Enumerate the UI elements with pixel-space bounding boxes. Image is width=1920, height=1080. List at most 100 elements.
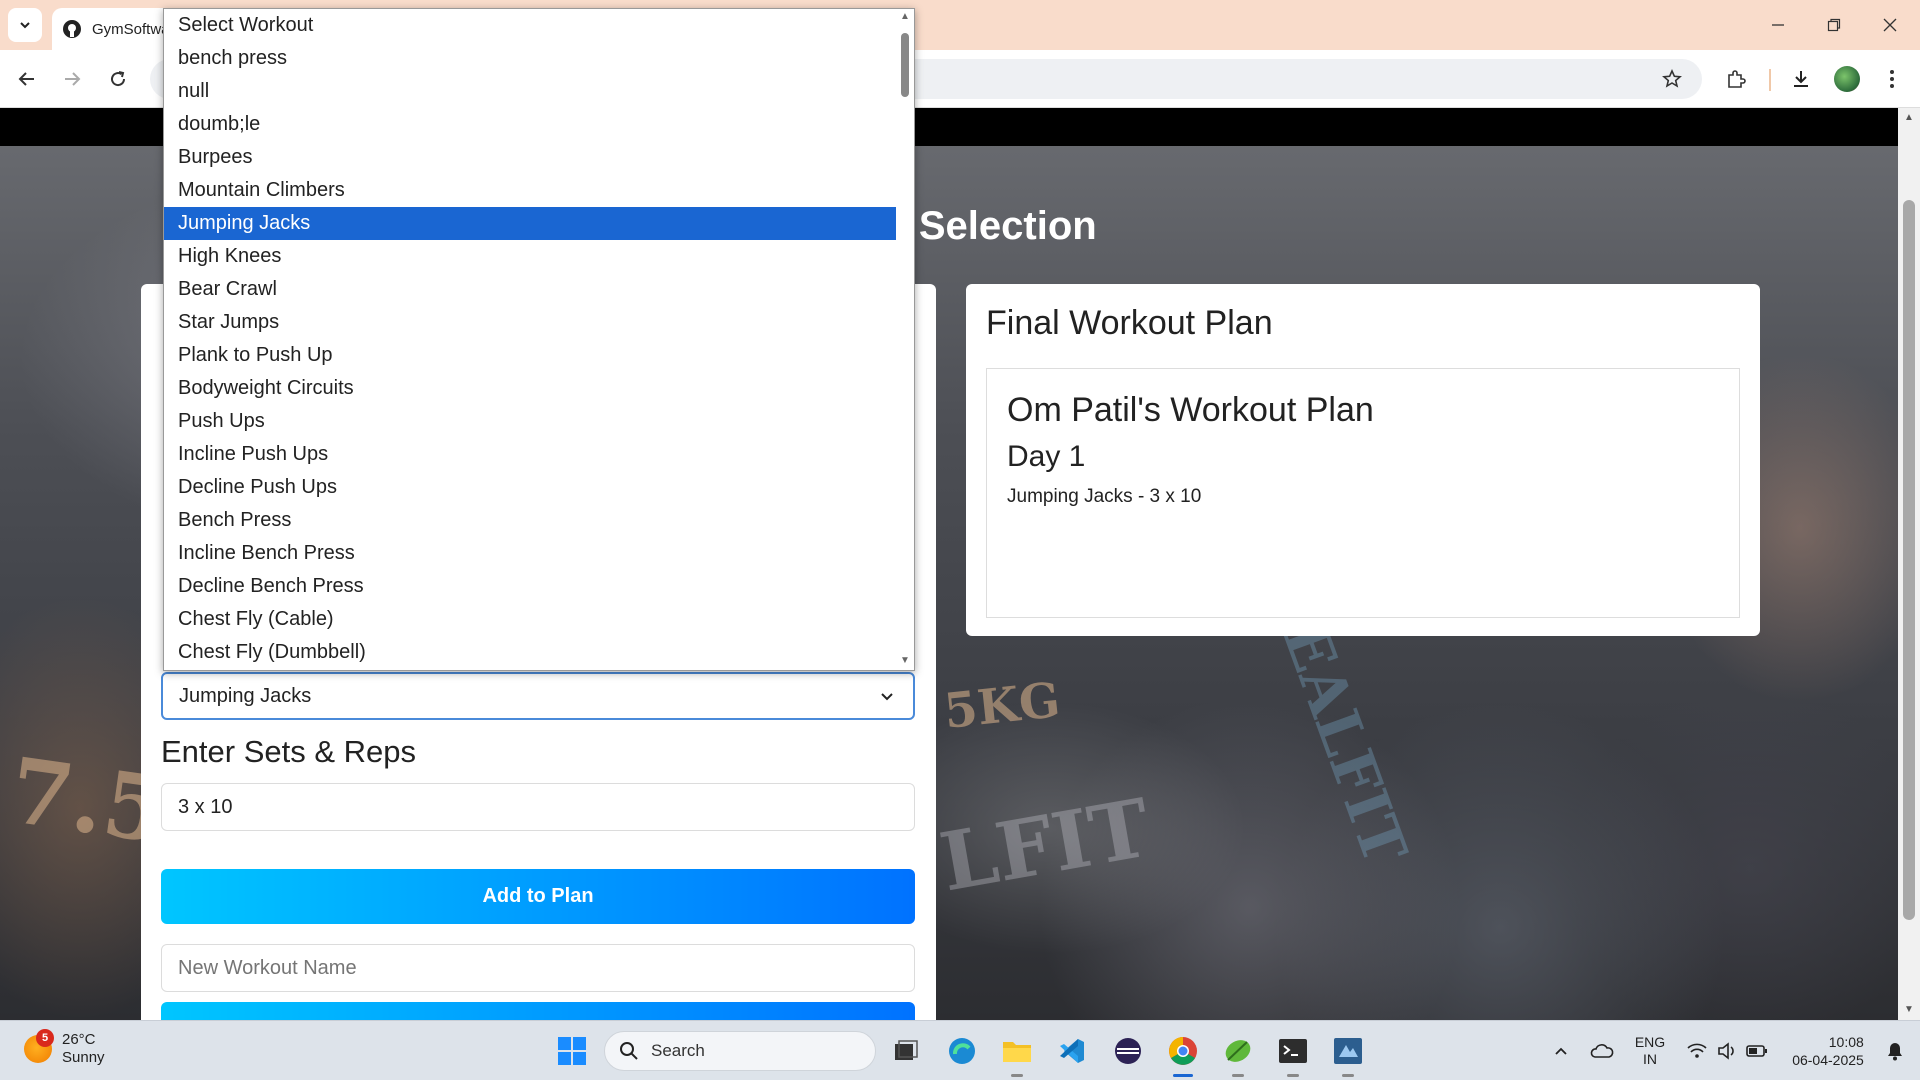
workout-options-list[interactable]: Select Workout bench press null doumb;le… bbox=[163, 8, 915, 671]
option-null[interactable]: null bbox=[164, 75, 897, 108]
sun-icon: 5 bbox=[24, 1029, 54, 1063]
add-to-plan-button[interactable]: Add to Plan bbox=[161, 869, 915, 924]
option-incline-bench-press[interactable]: Incline Bench Press bbox=[164, 537, 897, 570]
sets-reps-input[interactable]: 3 x 10 bbox=[161, 783, 915, 831]
background-brand-label: LFIT bbox=[933, 780, 1157, 910]
option-bodyweight-circuits[interactable]: Bodyweight Circuits bbox=[164, 372, 897, 405]
page-scrollbar[interactable]: ▲ ▼ bbox=[1898, 108, 1920, 1020]
downloads-button[interactable] bbox=[1783, 61, 1819, 97]
language-indicator[interactable]: ENG IN bbox=[1630, 1021, 1670, 1080]
puzzle-icon bbox=[1728, 70, 1746, 88]
chevron-down-icon bbox=[20, 22, 30, 29]
add-workout-button[interactable] bbox=[161, 1002, 915, 1020]
option-star-jumps[interactable]: Star Jumps bbox=[164, 306, 897, 339]
close-window-button[interactable] bbox=[1862, 0, 1918, 50]
volume-button[interactable] bbox=[1712, 1021, 1742, 1080]
clock[interactable]: 10:08 06-04-2025 bbox=[1780, 1021, 1876, 1080]
option-push-ups[interactable]: Push Ups bbox=[164, 405, 897, 438]
chevron-down-icon bbox=[881, 693, 893, 701]
bookmark-button[interactable] bbox=[1654, 61, 1690, 97]
option-bear-crawl[interactable]: Bear Crawl bbox=[164, 273, 897, 306]
back-button[interactable] bbox=[9, 61, 45, 97]
option-burpees[interactable]: Burpees bbox=[164, 141, 897, 174]
scroll-down-icon[interactable]: ▼ bbox=[1903, 1004, 1915, 1016]
star-icon bbox=[1662, 69, 1682, 88]
reload-button[interactable] bbox=[100, 61, 136, 97]
extensions-button[interactable] bbox=[1718, 61, 1754, 97]
taskbar-edge[interactable] bbox=[944, 1033, 980, 1069]
scroll-down-icon[interactable]: ▼ bbox=[899, 655, 911, 666]
reload-icon bbox=[111, 71, 126, 87]
battery-button[interactable] bbox=[1742, 1021, 1772, 1080]
option-incline-push-ups[interactable]: Incline Push Ups bbox=[164, 438, 897, 471]
tab-search-button[interactable] bbox=[8, 8, 42, 42]
taskbar-terminal[interactable] bbox=[1275, 1033, 1311, 1077]
close-icon bbox=[1883, 18, 1897, 32]
dropdown-scrollbar-thumb[interactable] bbox=[901, 33, 909, 97]
option-select-workout[interactable]: Select Workout bbox=[164, 9, 897, 42]
cloud-sync-icon bbox=[1590, 1044, 1614, 1058]
taskbar-chrome[interactable] bbox=[1165, 1033, 1201, 1077]
task-view-button[interactable] bbox=[888, 1033, 924, 1069]
toolbar-separator bbox=[1769, 69, 1771, 91]
vscode-icon bbox=[1060, 1039, 1084, 1063]
minimize-button[interactable] bbox=[1750, 0, 1806, 50]
weather-description: Sunny bbox=[62, 1049, 105, 1066]
new-workout-name-input[interactable]: New Workout Name bbox=[161, 944, 915, 992]
weather-widget[interactable]: 5 26°C Sunny bbox=[24, 1029, 105, 1067]
wifi-button[interactable] bbox=[1682, 1021, 1712, 1080]
download-icon bbox=[1794, 71, 1808, 87]
taskbar-eclipse[interactable] bbox=[1110, 1033, 1146, 1069]
language-code: ENG bbox=[1634, 1034, 1666, 1050]
clock-date: 06-04-2025 bbox=[1792, 1052, 1864, 1068]
option-high-knees[interactable]: High Knees bbox=[164, 240, 897, 273]
option-bench-press-lower[interactable]: bench press bbox=[164, 42, 897, 75]
clock-time: 10:08 bbox=[1828, 1034, 1864, 1050]
onedrive-button[interactable] bbox=[1586, 1021, 1618, 1080]
option-jumping-jacks[interactable]: Jumping Jacks bbox=[164, 207, 897, 240]
option-bench-press[interactable]: Bench Press bbox=[164, 504, 897, 537]
arrow-left-icon bbox=[18, 72, 34, 86]
option-plank-to-push-up[interactable]: Plank to Push Up bbox=[164, 339, 897, 372]
option-chest-fly-cable[interactable]: Chest Fly (Cable) bbox=[164, 603, 897, 636]
browser-menu-button[interactable] bbox=[1874, 61, 1910, 97]
forward-button[interactable] bbox=[54, 61, 90, 97]
running-indicator bbox=[1342, 1074, 1354, 1077]
workout-select-value: Jumping Jacks bbox=[179, 684, 312, 707]
plan-day-heading: Day 1 bbox=[1007, 440, 1086, 473]
restore-button[interactable] bbox=[1806, 0, 1862, 50]
start-button[interactable] bbox=[554, 1033, 590, 1069]
running-indicator bbox=[1011, 1074, 1023, 1077]
sets-reps-label: Enter Sets & Reps bbox=[161, 734, 417, 769]
taskbar-file-explorer[interactable] bbox=[999, 1033, 1035, 1077]
region-code: IN bbox=[1643, 1051, 1657, 1067]
option-decline-push-ups[interactable]: Decline Push Ups bbox=[164, 471, 897, 504]
terminal-icon bbox=[1279, 1039, 1307, 1063]
taskbar-app-green[interactable] bbox=[1220, 1033, 1256, 1077]
profile-button[interactable] bbox=[1829, 61, 1865, 97]
scroll-up-icon[interactable]: ▲ bbox=[899, 11, 911, 22]
option-mountain-climbers[interactable]: Mountain Climbers bbox=[164, 174, 897, 207]
notifications-button[interactable] bbox=[1880, 1021, 1910, 1080]
app-window-icon bbox=[1334, 1038, 1362, 1064]
active-indicator bbox=[1173, 1074, 1193, 1077]
taskbar-vscode[interactable] bbox=[1054, 1033, 1090, 1069]
wifi-icon bbox=[1687, 1043, 1707, 1058]
folder-icon bbox=[1003, 1042, 1031, 1062]
task-view-icon bbox=[895, 1040, 918, 1060]
search-icon bbox=[620, 1042, 638, 1060]
scrollbar-thumb[interactable] bbox=[1903, 200, 1915, 920]
avatar bbox=[1834, 66, 1860, 92]
battery-icon bbox=[1746, 1045, 1767, 1057]
option-chest-fly-dumbbell[interactable]: Chest Fly (Dumbbell) bbox=[164, 636, 897, 669]
dropdown-scrollbar[interactable]: ▲ ▼ bbox=[896, 9, 914, 670]
minimize-icon bbox=[1772, 24, 1784, 26]
option-decline-bench-press[interactable]: Decline Bench Press bbox=[164, 570, 897, 603]
taskbar-search[interactable]: Search bbox=[604, 1031, 876, 1071]
plan-entry: Jumping Jacks - 3 x 10 bbox=[1007, 486, 1202, 507]
taskbar-app-blue[interactable] bbox=[1330, 1033, 1366, 1077]
workout-select[interactable]: Jumping Jacks bbox=[161, 672, 915, 720]
show-hidden-icons-button[interactable] bbox=[1546, 1021, 1576, 1080]
scroll-up-icon[interactable]: ▲ bbox=[1903, 112, 1915, 124]
option-doumble[interactable]: doumb;le bbox=[164, 108, 897, 141]
